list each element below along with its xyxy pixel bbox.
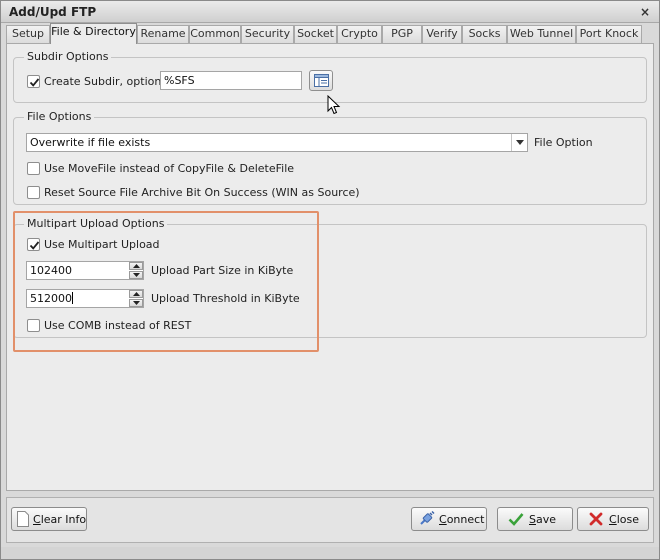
use-multipart-label: Use Multipart Upload bbox=[44, 238, 160, 251]
tab-web-tunnel[interactable]: Web Tunnel bbox=[507, 25, 576, 43]
close-window-icon[interactable]: × bbox=[637, 4, 653, 20]
close-rest: lose bbox=[616, 513, 639, 526]
close-button[interactable]: Close bbox=[577, 507, 649, 531]
list-icon bbox=[314, 74, 329, 87]
tab-pgp[interactable]: PGP bbox=[382, 25, 422, 43]
part-size-label: Upload Part Size in KiByte bbox=[151, 264, 294, 277]
file-options-group: File Options Overwrite if file exists Fi… bbox=[13, 110, 647, 205]
connect-label: Connect bbox=[439, 513, 485, 526]
tab-security[interactable]: Security bbox=[241, 25, 294, 43]
spin-up-button[interactable] bbox=[129, 290, 143, 298]
status-bar bbox=[1, 547, 659, 559]
window-title: Add/Upd FTP bbox=[9, 5, 97, 19]
save-rest: ave bbox=[535, 513, 557, 526]
arrow-down-icon bbox=[133, 301, 140, 305]
connect-plug-icon bbox=[420, 511, 435, 525]
tab-crypto[interactable]: Crypto bbox=[337, 25, 382, 43]
save-button[interactable]: Save bbox=[497, 507, 573, 531]
reset-archive-label: Reset Source File Archive Bit On Success… bbox=[44, 186, 360, 199]
create-subdir-label: Create Subdir, option bbox=[44, 75, 162, 88]
tab-file-directory[interactable]: File & Directory bbox=[50, 23, 137, 44]
clear-info-rest: lear Info bbox=[40, 513, 87, 526]
use-comb-checkbox[interactable] bbox=[27, 319, 40, 332]
mouse-cursor-icon bbox=[327, 95, 341, 115]
close-x-icon bbox=[589, 512, 603, 526]
tab-rename[interactable]: Rename bbox=[137, 25, 189, 43]
threshold-spinner[interactable]: 512000 bbox=[26, 289, 144, 308]
text-caret bbox=[72, 292, 73, 304]
connect-rest: onnect bbox=[446, 513, 485, 526]
subdir-option-input[interactable]: %SFS bbox=[160, 71, 302, 90]
part-size-value: 102400 bbox=[30, 264, 72, 277]
title-bar[interactable]: Add/Upd FTP × bbox=[1, 1, 659, 23]
save-label: Save bbox=[529, 513, 556, 526]
multipart-options-group: Multipart Upload Options Use Multipart U… bbox=[13, 217, 647, 338]
use-movefile-checkbox[interactable] bbox=[27, 162, 40, 175]
file-option-label: File Option bbox=[534, 136, 593, 149]
arrow-up-icon bbox=[133, 264, 140, 268]
subdir-options-title: Subdir Options bbox=[24, 50, 112, 63]
tab-common[interactable]: Common bbox=[189, 25, 241, 43]
multipart-options-title: Multipart Upload Options bbox=[24, 217, 168, 230]
arrow-down-icon bbox=[133, 273, 140, 277]
overwrite-option-combo[interactable]: Overwrite if file exists bbox=[26, 133, 528, 152]
reset-archive-checkbox[interactable] bbox=[27, 186, 40, 199]
subdir-browse-button[interactable] bbox=[309, 70, 333, 91]
spin-up-button[interactable] bbox=[129, 262, 143, 270]
checkmark-icon bbox=[29, 241, 40, 250]
combo-dropdown-arrow[interactable] bbox=[511, 134, 527, 151]
close-label: Close bbox=[609, 513, 639, 526]
use-comb-label: Use COMB instead of REST bbox=[44, 319, 192, 332]
tab-bar: Setup File & Directory Rename Common Sec… bbox=[6, 23, 656, 44]
clear-info-accel: C bbox=[33, 513, 41, 526]
add-upd-ftp-window: Add/Upd FTP × Setup File & Directory Ren… bbox=[0, 0, 660, 560]
close-accel: C bbox=[609, 513, 617, 526]
tab-setup[interactable]: Setup bbox=[6, 25, 50, 43]
use-multipart-checkbox[interactable] bbox=[27, 238, 40, 251]
connect-button[interactable]: Connect bbox=[411, 507, 487, 531]
part-size-spinner[interactable]: 102400 bbox=[26, 261, 144, 280]
blank-page-icon bbox=[17, 511, 29, 527]
use-movefile-label: Use MoveFile instead of CopyFile & Delet… bbox=[44, 162, 295, 175]
overwrite-option-value: Overwrite if file exists bbox=[30, 136, 151, 149]
threshold-value: 512000 bbox=[30, 292, 72, 305]
arrow-up-icon bbox=[133, 292, 140, 296]
threshold-text: 512000 bbox=[30, 292, 73, 305]
threshold-label: Upload Threshold in KiByte bbox=[151, 292, 300, 305]
checkmark-icon bbox=[508, 513, 524, 526]
tab-verify[interactable]: Verify bbox=[422, 25, 462, 43]
clear-info-button[interactable]: Clear Info bbox=[11, 507, 87, 531]
tab-socks[interactable]: Socks bbox=[462, 25, 507, 43]
checkmark-icon bbox=[29, 78, 40, 87]
create-subdir-checkbox[interactable] bbox=[27, 75, 40, 88]
tab-socket[interactable]: Socket bbox=[294, 25, 337, 43]
spin-down-button[interactable] bbox=[129, 299, 143, 307]
threshold-spin-buttons bbox=[129, 290, 143, 307]
tab-port-knock[interactable]: Port Knock bbox=[576, 25, 642, 43]
bottom-button-bar: Clear Info Connect Save Close bbox=[6, 497, 654, 543]
chevron-down-icon bbox=[516, 140, 524, 145]
clear-info-label: Clear Info bbox=[33, 513, 86, 526]
save-accel: S bbox=[529, 513, 536, 526]
spin-down-button[interactable] bbox=[129, 271, 143, 279]
file-options-title: File Options bbox=[24, 110, 95, 123]
connect-accel: C bbox=[439, 513, 447, 526]
part-size-spin-buttons bbox=[129, 262, 143, 279]
